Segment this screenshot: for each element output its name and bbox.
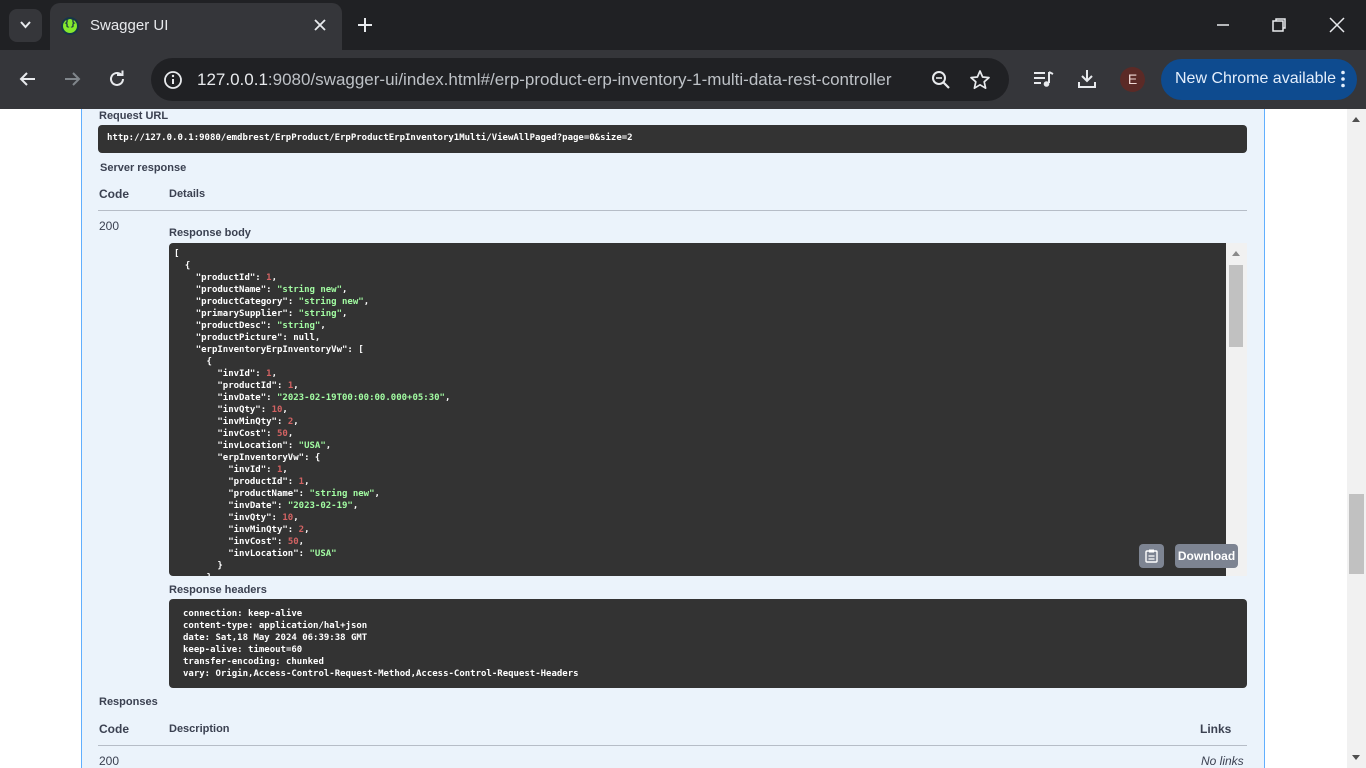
browser-tab[interactable]: Swagger UI <box>50 3 342 50</box>
response-headers-label: Response headers <box>169 584 267 596</box>
star-icon[interactable] <box>969 69 991 91</box>
response-body-json: [ { "productId": 1, "productName": "stri… <box>174 249 451 576</box>
request-url-box: http://127.0.0.1:9080/emdbrest/ErpProduc… <box>98 125 1247 153</box>
scroll-thumb[interactable] <box>1229 265 1243 347</box>
scroll-up-icon[interactable] <box>1232 251 1240 256</box>
divider <box>98 745 1247 746</box>
scroll-thumb[interactable] <box>1349 494 1364 574</box>
response-body-label: Response body <box>169 227 251 239</box>
code-column-header: Code <box>99 187 129 201</box>
response-headers: connection: keep-alive content-type: app… <box>169 599 1247 688</box>
page-scrollbar[interactable] <box>1347 109 1366 768</box>
responses-code-header: Code <box>99 722 129 736</box>
response-code: 200 <box>99 219 120 233</box>
media-control-icon[interactable] <box>1032 68 1054 90</box>
info-icon[interactable] <box>163 70 183 90</box>
responses-code: 200 <box>99 754 120 768</box>
zoom-icon[interactable] <box>931 70 951 90</box>
response-body-scrollbar[interactable] <box>1226 243 1247 576</box>
tab-title: Swagger UI <box>90 17 169 34</box>
more-vert-icon <box>1341 70 1345 88</box>
scroll-down-icon[interactable] <box>1352 755 1360 760</box>
scroll-up-icon[interactable] <box>1352 117 1360 122</box>
response-headers-text: connection: keep-alive content-type: app… <box>183 609 579 679</box>
reload-icon[interactable] <box>106 68 128 90</box>
copy-to-clipboard-button[interactable] <box>1139 544 1164 568</box>
avatar[interactable]: E <box>1120 67 1145 92</box>
swagger-icon <box>61 17 79 35</box>
details-column-header: Details <box>169 188 206 200</box>
back-arrow-icon[interactable] <box>17 68 39 90</box>
forward-arrow-icon[interactable] <box>61 68 83 90</box>
restore-icon[interactable] <box>1268 14 1290 36</box>
close-icon[interactable] <box>311 16 329 34</box>
address-bar[interactable]: 127.0.0.1:9080/swagger-ui/index.html#/er… <box>151 58 1009 101</box>
request-url-value: http://127.0.0.1:9080/emdbrest/ErpProduc… <box>107 133 633 143</box>
server-response-label: Server response <box>100 162 187 174</box>
responses-links-header: Links <box>1200 722 1232 736</box>
responses-label: Responses <box>99 696 158 708</box>
divider <box>98 210 1247 211</box>
browser-toolbar: 127.0.0.1:9080/swagger-ui/index.html#/er… <box>0 50 1366 109</box>
url-text[interactable]: 127.0.0.1:9080/swagger-ui/index.html#/er… <box>197 70 922 90</box>
chrome-update-label: New Chrome available <box>1175 70 1336 87</box>
close-window-icon[interactable] <box>1326 14 1348 36</box>
page-viewport: Request URL http://127.0.0.1:9080/emdbre… <box>0 109 1347 768</box>
tab-search-button[interactable] <box>9 9 42 42</box>
no-links-text: No links <box>1201 754 1244 768</box>
chevron-down-icon <box>20 21 31 29</box>
minimize-icon[interactable] <box>1212 14 1234 36</box>
tab-strip: Swagger UI <box>0 0 1366 50</box>
responses-description-header: Description <box>169 723 230 735</box>
clipboard-icon <box>1145 549 1158 563</box>
download-button[interactable]: Download <box>1175 544 1238 568</box>
download-icon[interactable] <box>1076 68 1098 90</box>
request-url-label: Request URL <box>99 110 169 122</box>
response-body[interactable]: [ { "productId": 1, "productName": "stri… <box>169 243 1226 576</box>
chrome-update-button[interactable]: New Chrome available <box>1161 59 1357 100</box>
plus-icon[interactable] <box>355 15 375 35</box>
